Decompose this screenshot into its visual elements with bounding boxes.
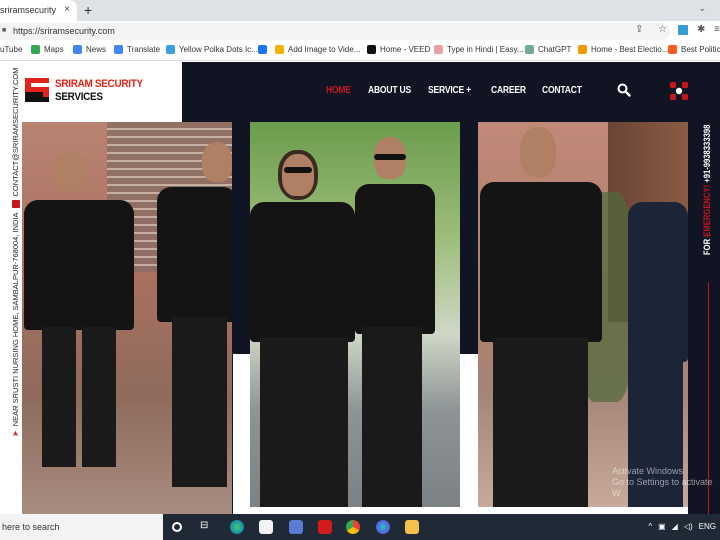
watermark-subtitle: Go to Settings to activate W <box>612 477 713 498</box>
url-field[interactable]: ■ https://sriramsecurity.com <box>0 23 670 40</box>
emergency-phone: +91-9938333398 <box>702 124 712 185</box>
emergency-prefix: FOR <box>702 236 712 255</box>
bookmark-star-icon[interactable]: ☆ <box>658 24 667 35</box>
veed-icon <box>367 45 376 54</box>
website: SRIRAM SECURITY SERVICES HOME ABOUT US S… <box>0 62 720 514</box>
bookmark-item[interactable]: uTube <box>0 45 22 54</box>
tray-app-icon[interactable]: ▣ <box>658 522 666 531</box>
new-tab-button[interactable]: + <box>84 2 92 18</box>
app-icon <box>275 45 284 54</box>
bookmark-item[interactable]: Best Politica <box>668 45 720 54</box>
address-bar-row: ■ https://sriramsecurity.com ⇪ ☆ ✱ ≡ <box>0 21 720 41</box>
guard-photo-1 <box>22 122 232 514</box>
close-tab-icon[interactable]: × <box>64 4 70 15</box>
contact-email[interactable]: CONTACT@SRIRAMSECURITY.COM <box>11 67 20 196</box>
location-pin-icon: ➤ <box>11 430 20 437</box>
nav-home[interactable]: HOME <box>326 85 351 96</box>
file-explorer-icon[interactable] <box>405 520 419 534</box>
bookmark-label: Home - VEED <box>380 45 431 54</box>
logo-area[interactable]: SRIRAM SECURITY SERVICES <box>0 62 182 122</box>
bookmark-item[interactable]: Home - Best Electio... <box>578 45 668 54</box>
taskbar-search-placeholder: here to search <box>2 522 60 532</box>
bookmark-label: Add Image to Vide... <box>288 45 361 54</box>
bookmark-label: uTube <box>0 45 23 54</box>
nav-career[interactable]: CAREER <box>491 85 526 96</box>
logo-subtitle: SERVICES <box>55 91 103 103</box>
volume-icon[interactable]: ◁) <box>684 522 693 531</box>
store-icon[interactable] <box>259 520 273 534</box>
lock-icon[interactable]: ■ <box>2 27 8 35</box>
extension-icon[interactable] <box>678 25 688 35</box>
bookmark-item[interactable]: News <box>73 45 106 54</box>
hindi-icon <box>434 45 443 54</box>
mail-icon <box>11 200 20 209</box>
chrome-icon[interactable] <box>346 520 360 534</box>
nav-contact[interactable]: CONTACT <box>542 85 582 96</box>
nav-service[interactable]: SERVICE + <box>428 85 471 96</box>
news-icon <box>73 45 82 54</box>
tab-title: sriramsecurity <box>0 5 57 15</box>
bookmark-item[interactable]: Maps <box>31 45 64 54</box>
bookmark-label: Best Politica <box>681 45 720 54</box>
activate-windows-watermark: Activate Windows Go to Settings to activ… <box>612 466 720 499</box>
election-icon <box>578 45 587 54</box>
tab-search-chevron-icon[interactable]: ⌄ <box>698 3 706 14</box>
facebook-icon <box>258 45 267 54</box>
canva-icon[interactable] <box>376 520 390 534</box>
share-icon[interactable]: ⇪ <box>635 24 643 35</box>
emergency-contact[interactable]: FOR EMERGENCY! +91-9938333398 <box>702 125 712 255</box>
bookmark-label: Yellow Polka Dots Ic... <box>179 45 258 54</box>
search-icon[interactable] <box>617 83 631 97</box>
watermark-title: Activate Windows <box>612 466 684 476</box>
system-tray: ^ ▣ ◢ ◁) ENG <box>648 522 716 531</box>
bookmark-label: News <box>86 45 107 54</box>
h-icon <box>668 45 677 54</box>
extensions-puzzle-icon[interactable]: ✱ <box>697 24 705 35</box>
url-text: https://sriramsecurity.com <box>13 26 115 36</box>
bookmark-label: Maps <box>44 45 64 54</box>
bookmarks-bar: uTube Maps News Translate Yellow Polka Dots … <box>0 41 720 61</box>
bookmark-item[interactable]: Add Image to Vide... <box>275 45 360 54</box>
translate-icon <box>114 45 123 54</box>
edge-icon[interactable] <box>230 520 244 534</box>
photos-icon[interactable] <box>289 520 303 534</box>
address-text: NEAR SRUSTI NURSING HOME, SAMBALPUR-7680… <box>11 212 20 427</box>
nav-about-us[interactable]: ABOUT US <box>368 85 411 96</box>
windows-taskbar: here to search ⊟ ^ ▣ ◢ ◁) ENG <box>0 514 720 540</box>
doc-icon <box>166 45 175 54</box>
bookmark-item[interactable]: Type in Hindi | Easy... <box>434 45 524 54</box>
bookmark-item[interactable]: ChatGPT <box>525 45 571 54</box>
bookmark-item[interactable]: Translate <box>114 45 160 54</box>
bookmark-item[interactable]: Yellow Polka Dots Ic... <box>166 45 258 54</box>
guard-photo-2 <box>250 122 460 507</box>
browser-tab[interactable]: sriramsecurity × <box>0 0 77 21</box>
bookmark-label: Translate <box>127 45 161 54</box>
bookmark-label: Home - Best Electio... <box>591 45 669 54</box>
menu-dots-icon[interactable] <box>669 81 689 101</box>
acrobat-icon[interactable] <box>318 520 332 534</box>
tray-chevron-icon[interactable]: ^ <box>648 522 652 531</box>
language-indicator[interactable]: ENG <box>699 522 716 531</box>
bookmark-item[interactable] <box>258 45 271 54</box>
logo-s-icon <box>25 78 49 102</box>
bookmark-label: Type in Hindi | Easy... <box>447 45 524 54</box>
guard-photo-3 <box>478 122 688 507</box>
maps-icon <box>31 45 40 54</box>
taskbar-search-box[interactable]: here to search <box>0 514 163 540</box>
browser-menu-icon[interactable]: ≡ <box>714 24 720 35</box>
vertical-contact-info: ➤ NEAR SRUSTI NURSING HOME, SAMBALPUR-76… <box>11 67 20 437</box>
logo-title: SRIRAM SECURITY <box>55 78 143 90</box>
wifi-icon[interactable]: ◢ <box>672 522 678 531</box>
task-view-icon[interactable]: ⊟ <box>200 520 214 534</box>
bookmark-item[interactable]: Home - VEED <box>367 45 430 54</box>
bookmark-label: ChatGPT <box>538 45 572 54</box>
chatgpt-icon <box>525 45 534 54</box>
browser-tab-bar: sriramsecurity × + ⌄ <box>0 0 720 21</box>
emergency-word: EMERGENCY! <box>702 184 712 237</box>
cortana-icon[interactable] <box>172 522 182 532</box>
